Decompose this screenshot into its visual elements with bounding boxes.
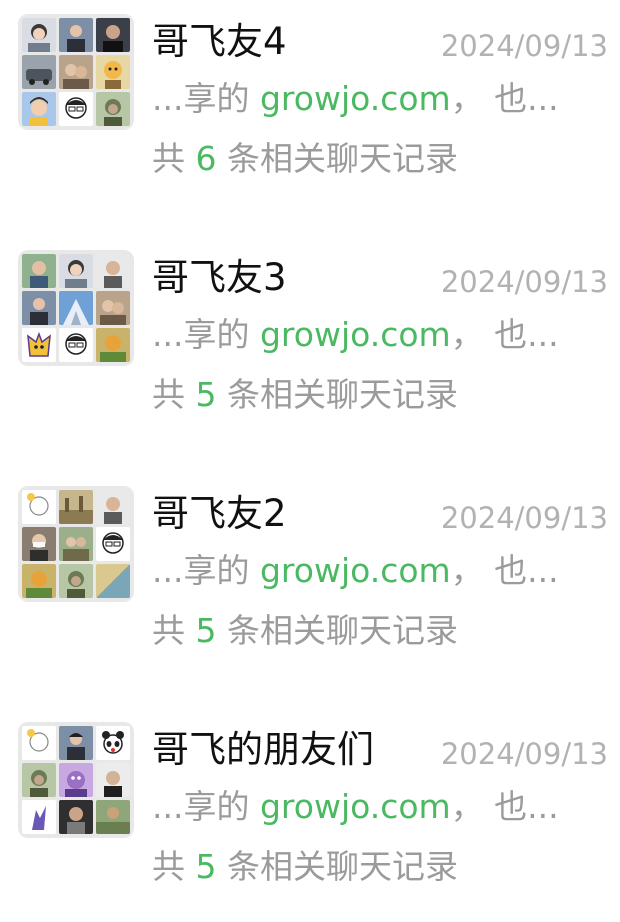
group-avatar-grid xyxy=(18,486,134,602)
snippet-keyword-highlight: growjo.com xyxy=(259,787,451,826)
count-number: 5 xyxy=(195,375,217,414)
member-avatar-icon xyxy=(96,291,130,325)
chat-date: 2024/09/13 xyxy=(440,737,608,771)
member-avatar-icon xyxy=(59,18,93,52)
member-avatar-icon xyxy=(96,55,130,89)
member-avatar-icon xyxy=(22,55,56,89)
member-avatar-icon xyxy=(22,328,56,362)
member-avatar-icon xyxy=(59,564,93,598)
count-prefix: 共 xyxy=(152,847,196,886)
snippet-prefix: ...享的 xyxy=(152,315,260,354)
member-avatar-icon xyxy=(22,564,56,598)
member-avatar-icon xyxy=(59,254,93,288)
member-avatar-icon xyxy=(22,254,56,288)
snippet-prefix: ...享的 xyxy=(152,787,260,826)
message-snippet: ...享的 growjo.com， 也... xyxy=(152,550,559,592)
snippet-suffix: ， 也... xyxy=(450,315,559,354)
member-avatar-icon xyxy=(22,18,56,52)
related-records-count: 共 6 条相关聊天记录 xyxy=(152,138,458,180)
member-avatar-icon xyxy=(96,564,130,598)
chat-title: 哥飞的朋友们 xyxy=(152,728,374,771)
chat-result-row[interactable]: 哥飞友2 2024/09/13 ...享的 growjo.com， 也... 共… xyxy=(0,486,620,686)
count-suffix: 条相关聊天记录 xyxy=(216,375,458,414)
member-avatar-icon xyxy=(96,18,130,52)
chat-title: 哥飞友3 xyxy=(152,256,287,299)
member-avatar-icon xyxy=(96,527,130,561)
member-avatar-icon xyxy=(59,92,93,126)
member-avatar-icon xyxy=(22,726,56,760)
group-avatar-grid xyxy=(18,722,134,838)
member-avatar-icon xyxy=(59,291,93,325)
member-avatar-icon xyxy=(59,763,93,797)
count-prefix: 共 xyxy=(152,139,196,178)
member-avatar-icon xyxy=(96,490,130,524)
snippet-keyword-highlight: growjo.com xyxy=(259,79,451,118)
count-number: 5 xyxy=(195,847,217,886)
group-avatar-grid xyxy=(18,250,134,366)
count-number: 6 xyxy=(195,139,217,178)
member-avatar-icon xyxy=(96,92,130,126)
chat-search-results: 哥飞友4 2024/09/13 ...享的 growjo.com， 也... 共… xyxy=(0,0,620,912)
message-snippet: ...享的 growjo.com， 也... xyxy=(152,314,559,356)
member-avatar-icon xyxy=(22,291,56,325)
count-number: 5 xyxy=(195,611,217,650)
chat-result-row[interactable]: 哥飞友4 2024/09/13 ...享的 growjo.com， 也... 共… xyxy=(0,14,620,214)
snippet-prefix: ...享的 xyxy=(152,551,260,590)
count-suffix: 条相关聊天记录 xyxy=(216,139,458,178)
member-avatar-icon xyxy=(96,328,130,362)
chat-date: 2024/09/13 xyxy=(440,265,608,299)
chat-title: 哥飞友4 xyxy=(152,20,287,63)
snippet-suffix: ， 也... xyxy=(450,551,559,590)
chat-date: 2024/09/13 xyxy=(440,29,608,63)
snippet-suffix: ， 也... xyxy=(450,79,559,118)
member-avatar-icon xyxy=(59,55,93,89)
message-snippet: ...享的 growjo.com， 也... xyxy=(152,78,559,120)
related-records-count: 共 5 条相关聊天记录 xyxy=(152,374,458,416)
member-avatar-icon xyxy=(96,763,130,797)
snippet-keyword-highlight: growjo.com xyxy=(259,315,451,354)
chat-result-row[interactable]: 哥飞的朋友们 2024/09/13 ...享的 growjo.com， 也...… xyxy=(0,722,620,922)
count-suffix: 条相关聊天记录 xyxy=(216,611,458,650)
member-avatar-icon xyxy=(59,527,93,561)
count-suffix: 条相关聊天记录 xyxy=(216,847,458,886)
chat-title: 哥飞友2 xyxy=(152,492,287,535)
snippet-prefix: ...享的 xyxy=(152,79,260,118)
member-avatar-icon xyxy=(22,763,56,797)
group-avatar-grid xyxy=(18,14,134,130)
member-avatar-icon xyxy=(22,527,56,561)
member-avatar-icon xyxy=(59,726,93,760)
count-prefix: 共 xyxy=(152,611,196,650)
member-avatar-icon xyxy=(96,254,130,288)
member-avatar-icon xyxy=(22,490,56,524)
related-records-count: 共 5 条相关聊天记录 xyxy=(152,846,458,888)
member-avatar-icon xyxy=(59,490,93,524)
snippet-suffix: ， 也... xyxy=(450,787,559,826)
member-avatar-icon xyxy=(96,800,130,834)
chat-result-row[interactable]: 哥飞友3 2024/09/13 ...享的 growjo.com， 也... 共… xyxy=(0,250,620,450)
related-records-count: 共 5 条相关聊天记录 xyxy=(152,610,458,652)
member-avatar-icon xyxy=(22,800,56,834)
chat-date: 2024/09/13 xyxy=(440,501,608,535)
member-avatar-icon xyxy=(22,92,56,126)
snippet-keyword-highlight: growjo.com xyxy=(259,551,451,590)
member-avatar-icon xyxy=(59,800,93,834)
member-avatar-icon xyxy=(96,726,130,760)
count-prefix: 共 xyxy=(152,375,196,414)
member-avatar-icon xyxy=(59,328,93,362)
message-snippet: ...享的 growjo.com， 也... xyxy=(152,786,559,828)
